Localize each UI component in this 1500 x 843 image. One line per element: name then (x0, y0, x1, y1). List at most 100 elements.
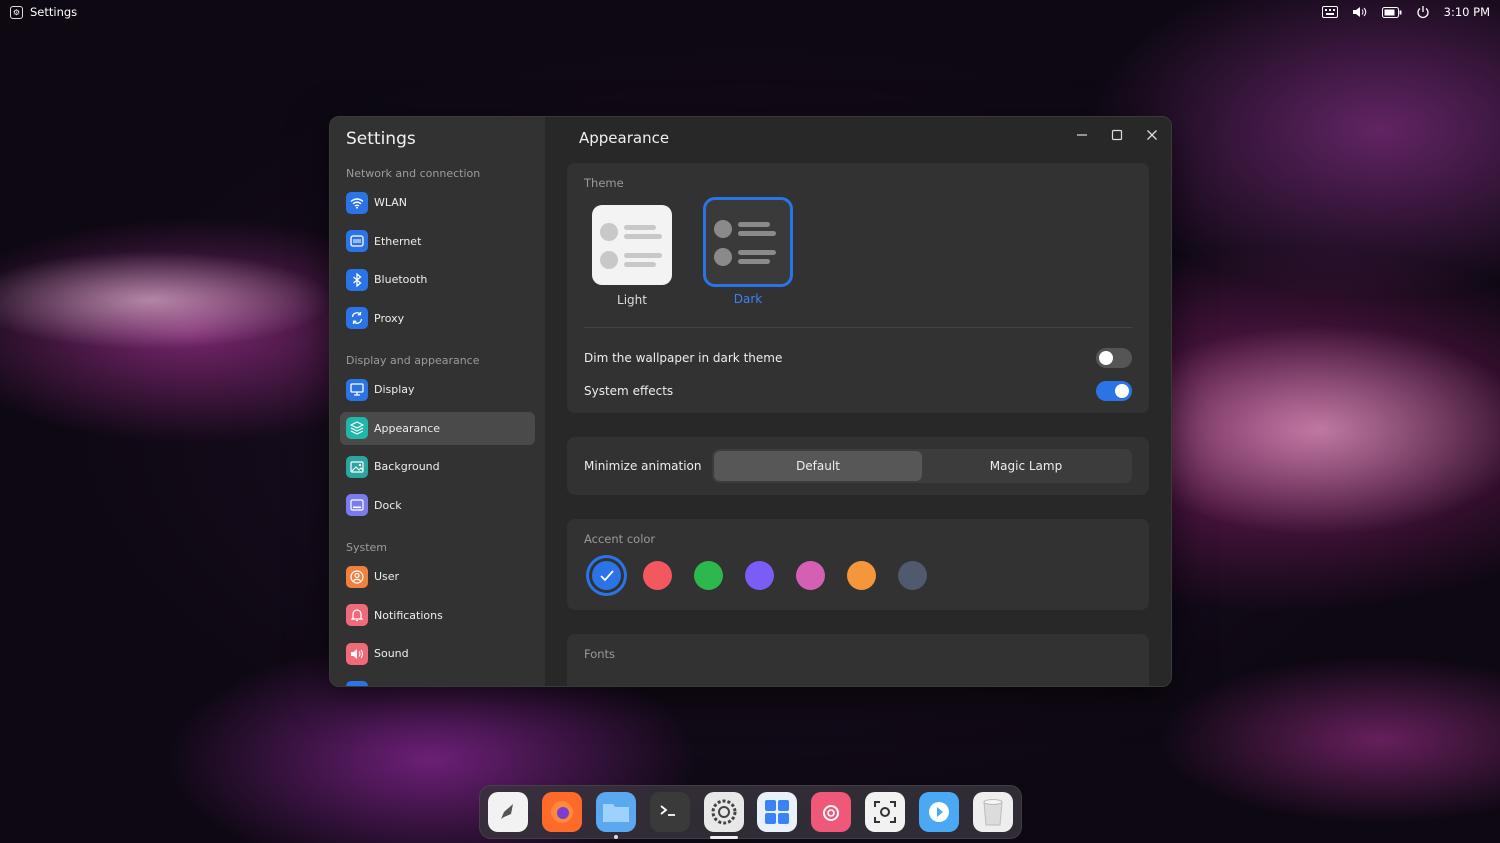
theme-dark-option[interactable]: Dark (703, 197, 793, 307)
power-icon[interactable] (1416, 5, 1430, 19)
dock-item[interactable] (919, 792, 959, 832)
main-panel: Appearance Theme Light Dark Dim the wall… (545, 117, 1171, 686)
dim-wallpaper-row: Dim the wallpaper in dark theme (584, 346, 1132, 370)
section-system: System (346, 541, 388, 554)
sidebar-item-dock[interactable]: Dock (340, 489, 535, 522)
appearance-icon (346, 417, 368, 439)
sidebar-item-sound[interactable]: Sound (340, 637, 535, 670)
settings-icon (703, 792, 744, 832)
launcher-icon (488, 792, 528, 832)
sidebar-item-label: User (374, 570, 400, 583)
accent-color-swatch[interactable] (694, 561, 723, 590)
sidebar-item-label: Bluetooth (374, 273, 428, 286)
keyboard-icon[interactable] (1321, 6, 1338, 18)
dock-item[interactable] (649, 792, 690, 832)
active-app[interactable]: ⚙ Settings (10, 5, 77, 19)
battery-icon[interactable] (1381, 6, 1402, 18)
theme-light-option[interactable]: Light (589, 202, 675, 307)
sidebar-item-display[interactable]: Display (340, 373, 535, 406)
minimize-animation-card: Minimize animation Default Magic Lamp (567, 437, 1149, 495)
accent-color-card: Accent color (567, 519, 1149, 610)
dim-wallpaper-toggle[interactable] (1096, 348, 1132, 368)
dock-item[interactable] (865, 792, 906, 832)
dock-item[interactable] (488, 792, 528, 832)
fonts-label: Fonts (584, 647, 616, 661)
app-store-icon (811, 792, 852, 832)
volume-icon[interactable] (1352, 6, 1368, 18)
dock-icon (346, 494, 368, 516)
theme-light-label: Light (617, 293, 647, 307)
dock-item[interactable] (595, 792, 636, 839)
ethernet-icon (346, 230, 368, 252)
notifications-icon (346, 604, 368, 626)
accent-color-swatch[interactable] (745, 561, 774, 590)
accent-color-swatch[interactable] (643, 561, 672, 590)
minimize-icon[interactable] (1072, 125, 1091, 144)
sidebar-item-proxy[interactable]: Proxy (340, 302, 535, 335)
dock-item[interactable] (811, 792, 852, 832)
accent-color-swatch[interactable] (796, 561, 825, 590)
screenshot-icon (865, 792, 906, 832)
light-theme-thumbnail[interactable] (592, 205, 672, 285)
sidebar-item-label: WLAN (374, 196, 408, 209)
sidebar-item-label: Appearance (374, 421, 441, 435)
sidebar-item-bluetooth[interactable]: Bluetooth (340, 263, 535, 296)
sidebar-item-user[interactable]: User (340, 560, 535, 593)
settings-app-icon: ⚙ (10, 5, 23, 19)
accent-color-swatch[interactable] (592, 561, 621, 590)
top-panel: ⚙ Settings 3:10 PM (0, 0, 1500, 24)
media-player-icon (919, 792, 959, 832)
sidebar-title: Settings (346, 129, 416, 149)
proxy-icon (346, 307, 368, 329)
sidebar-item-label: Dock (374, 498, 402, 512)
dock-item[interactable] (703, 792, 744, 839)
bluetooth-icon (346, 268, 368, 291)
close-icon[interactable] (1142, 125, 1161, 144)
fonts-card: Fonts (567, 634, 1149, 686)
dock-item[interactable] (972, 792, 1013, 832)
sidebar-item-label: Notifications (374, 608, 443, 622)
sidebar-item-background[interactable]: Background (340, 450, 535, 483)
minimize-animation-segmented: Default Magic Lamp (712, 449, 1132, 483)
accent-color-swatch[interactable] (898, 561, 927, 590)
sidebar-item-appearance[interactable]: Appearance (340, 411, 535, 445)
theme-label: Theme (584, 176, 624, 190)
firefox-icon (541, 792, 582, 832)
theme-card: Theme Light Dark Dim the wallpaper in da… (567, 163, 1149, 413)
active-indicator (709, 836, 738, 839)
settings-window: Settings Network and connection WLAN Eth… (329, 116, 1172, 687)
sidebar-item-wlan[interactable]: WLAN (340, 186, 535, 219)
more-settings-icon (346, 681, 368, 686)
sound-icon (346, 642, 368, 665)
section-network: Network and connection (346, 167, 481, 180)
dock-item[interactable] (757, 792, 798, 832)
terminal-icon (649, 792, 690, 832)
animation-magic-lamp-button[interactable]: Magic Lamp (922, 451, 1130, 481)
sidebar-item-label: Background (374, 460, 440, 473)
accent-color-label: Accent color (584, 532, 656, 546)
calculator-icon (757, 792, 798, 832)
sidebar-item-ethernet[interactable]: Ethernet (340, 225, 535, 258)
system-tray: 3:10 PM (1321, 5, 1490, 19)
check-icon (599, 569, 614, 581)
window-controls (1072, 125, 1161, 144)
dim-wallpaper-label: Dim the wallpaper in dark theme (584, 351, 783, 365)
sidebar-item-partial[interactable] (340, 676, 535, 686)
sidebar-item-label: Proxy (374, 311, 405, 325)
background-icon (346, 455, 368, 478)
dock-item[interactable] (541, 792, 582, 832)
files-icon (595, 792, 636, 832)
active-app-name: Settings (30, 5, 78, 19)
clock[interactable]: 3:10 PM (1444, 5, 1490, 19)
minimize-animation-label: Minimize animation (584, 459, 702, 473)
sidebar-item-notifications[interactable]: Notifications (340, 599, 535, 632)
theme-options: Light Dark (584, 197, 1132, 307)
system-effects-row: System effects (584, 379, 1132, 403)
dark-theme-thumbnail[interactable] (703, 197, 793, 287)
system-effects-label: System effects (584, 384, 674, 398)
maximize-icon[interactable] (1107, 125, 1126, 144)
system-effects-toggle[interactable] (1096, 381, 1132, 401)
animation-default-button[interactable]: Default (714, 451, 922, 481)
dock (479, 785, 1022, 839)
accent-color-swatch[interactable] (847, 561, 876, 590)
